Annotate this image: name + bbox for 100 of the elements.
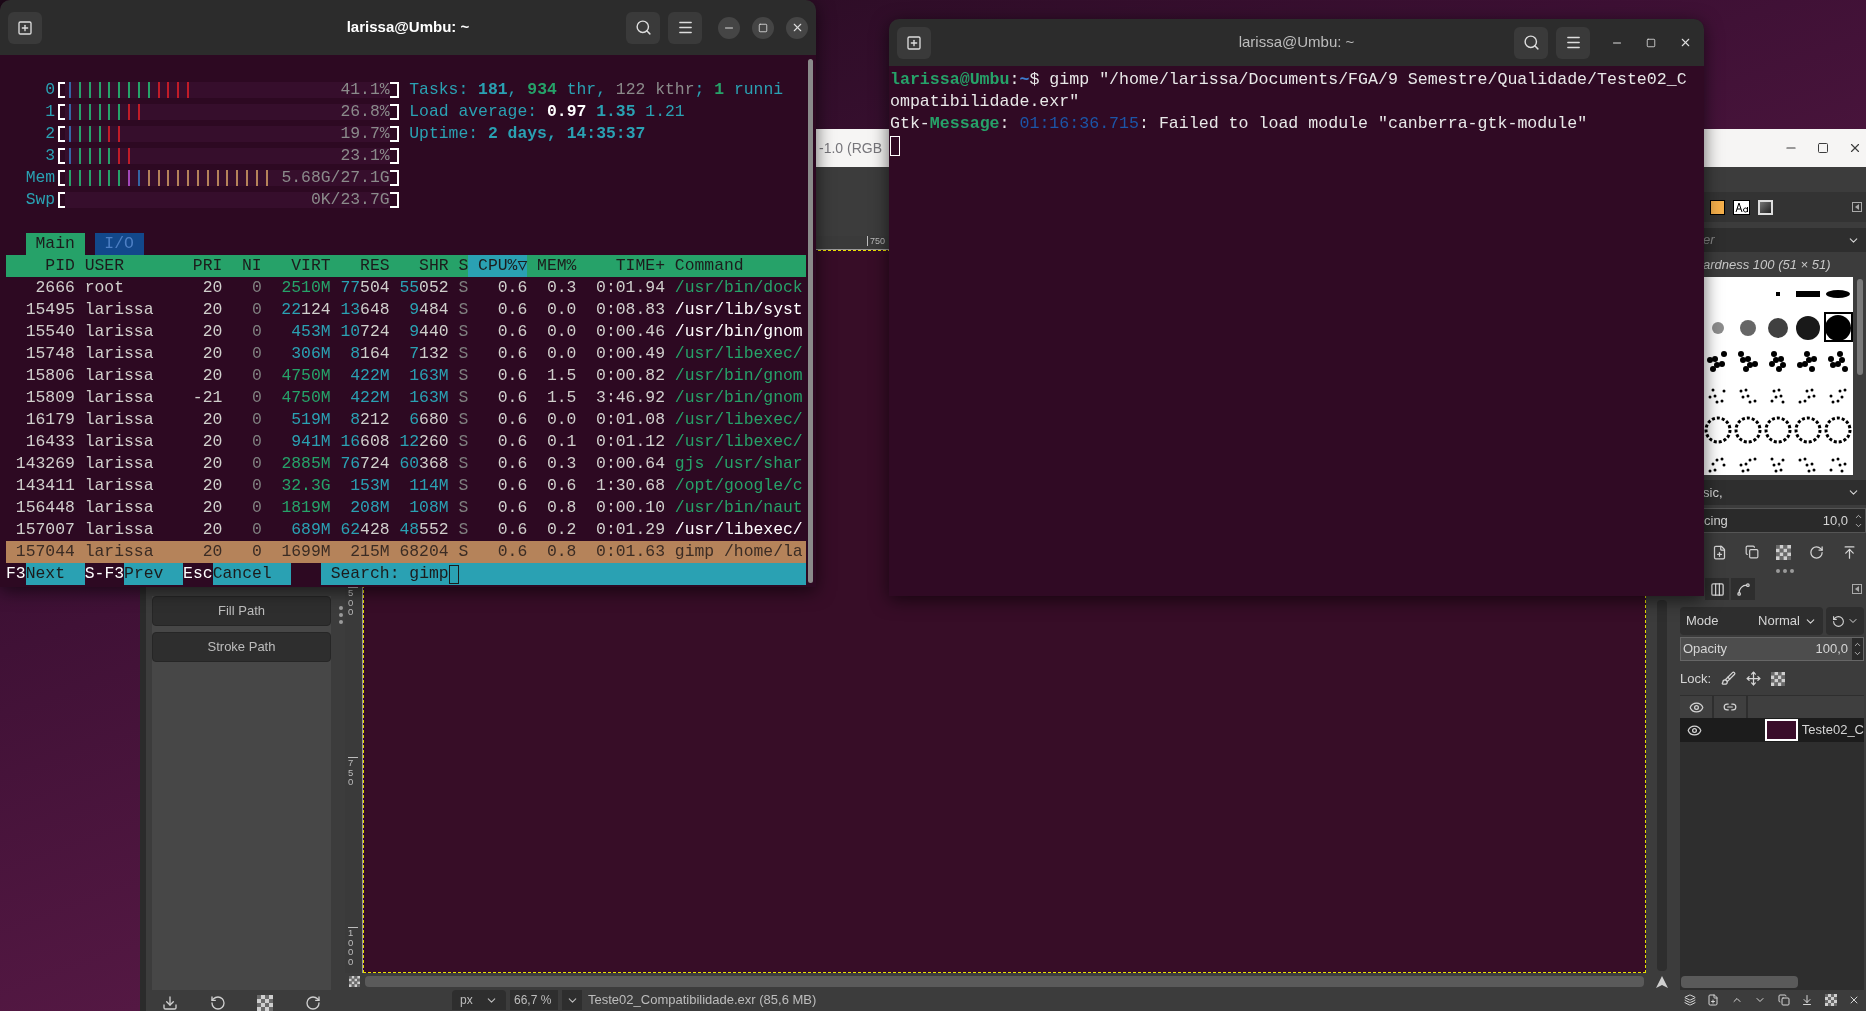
paths-tab[interactable] [1731,578,1755,600]
key-action[interactable]: Next [25,563,85,585]
process-row[interactable]: 143411 larissa 20 0 32.3G 153M 114M S 0.6 0.6 1:30.68 /opt/google/c [6,475,806,497]
table-cell-text: 20 [201,299,223,321]
search-bar[interactable]: Search: gimp [320,563,806,585]
tool-option-button[interactable]: Stroke Path [152,632,331,662]
opacity-slider[interactable]: Opacity 100,0 [1680,637,1864,661]
menu-button[interactable] [668,11,702,44]
tab-menu-icon[interactable] [1852,584,1862,594]
column-header[interactable]: Command [664,255,806,277]
process-row[interactable]: 15495 larissa 20 0 22124 13648 9484 S 0.6 0.0 0:08.83 /usr/lib/syst [6,299,806,321]
save-icon[interactable] [161,995,178,1011]
duplicate-icon[interactable] [1777,994,1790,1006]
process-row[interactable]: 15809 larissa -21 0 4750M 422M 163M S 0.6 1.5 3:46.92 /usr/bin/gnom [6,387,806,409]
mask-icon[interactable] [1824,994,1837,1006]
column-header[interactable]: VIRT [261,255,331,277]
close-icon[interactable] [1848,141,1862,155]
process-row[interactable]: 2666 root 20 0 2510M 77504 55052 S 0.6 0.3 0:01.94 /usr/bin/dock [6,277,806,299]
process-row[interactable]: 16179 larissa 20 0 519M 8212 6680 S 0.6 0.0 0:01.08 /usr/libexec/ [6,409,806,431]
column-header[interactable]: PID [6,255,75,277]
filter-dropdown[interactable]: er [1703,228,1866,252]
mode-dropdown[interactable]: Mode Normal [1680,607,1823,635]
column-header[interactable]: TIME+ [576,255,665,277]
spacing-field[interactable]: cing 10,0 [1703,508,1866,533]
brush-icon[interactable] [1721,671,1737,686]
spin-down-icon[interactable] [1853,649,1862,658]
table-cell-text: /usr/lib/syst [673,299,804,321]
duplicate-icon[interactable] [1744,545,1759,559]
new-file-icon[interactable] [1711,544,1727,560]
new-tab-button[interactable] [897,26,931,59]
scrollbar[interactable] [365,976,1644,987]
column-header[interactable]: PRI [183,255,223,277]
scrollbar[interactable] [1657,600,1667,971]
minimize-button[interactable] [718,16,740,39]
process-row[interactable]: 157044 larissa 20 0 1699M 215M 68204 S 0.6 0.8 0:01.63 gimp /home/la [6,541,806,563]
maximize-icon[interactable] [1817,142,1829,154]
refresh-icon[interactable] [1809,544,1825,560]
table-cell-text: 941M [290,431,331,453]
process-row[interactable]: 15748 larissa 20 0 306M 8164 7132 S 0.6 0.0 0:00.49 /usr/libexec/ [6,343,806,365]
visibility-header[interactable] [1680,696,1712,718]
maximize-button[interactable] [752,16,774,39]
tab-menu-icon[interactable] [1852,202,1862,212]
navigate-icon[interactable] [1656,975,1668,988]
scrollbar[interactable] [1681,976,1798,988]
process-row[interactable]: 15540 larissa 20 0 453M 10724 9440 S 0.6 0.0 0:00.46 /usr/bin/gnom [6,321,806,343]
zoom-field[interactable]: 66,7 % [510,990,558,1010]
font-icon[interactable] [1733,199,1750,215]
menu-button[interactable] [1556,26,1590,59]
channels-tab[interactable] [1705,578,1729,600]
process-row[interactable]: 157007 larissa 20 0 689M 62428 48552 S 0.6 0.2 0:01.29 /usr/libexec/ [6,519,806,541]
column-header[interactable]: CPU%▽ [468,255,528,277]
tab[interactable]: Main [25,233,85,255]
key-action[interactable]: Prev [124,563,184,585]
move-icon[interactable] [1746,671,1762,686]
key-action[interactable]: Cancel [212,563,292,585]
drag-handle-icon[interactable] [338,605,344,625]
table-cell-text: 20 [201,431,223,453]
quick-mask-icon[interactable] [348,976,360,987]
process-row[interactable]: 15806 larissa 20 0 4750M 422M 163M S 0.6 1.5 0:00.82 /usr/bin/gnom [6,365,806,387]
tool-option-button[interactable]: Fill Path [152,596,331,626]
close-button[interactable] [786,16,808,39]
layer-row[interactable]: Teste02_C [1680,718,1864,742]
search-button[interactable] [1514,26,1548,59]
scrollbar[interactable] [1856,279,1863,375]
new-tab-button[interactable] [8,11,42,44]
mode-reset-button[interactable] [1826,607,1864,635]
process-row[interactable]: 143269 larissa 20 0 2885M 76724 60368 S 0.6 0.3 0:00.64 gjs /usr/shar [6,453,806,475]
visibility-icon[interactable] [1687,722,1703,738]
column-header[interactable]: NI [222,255,262,277]
search-button[interactable] [626,11,660,44]
merge-down-icon[interactable] [1801,994,1814,1006]
new-layer-icon[interactable] [1707,994,1720,1006]
reset-icon[interactable] [305,995,322,1011]
column-header[interactable]: USER [74,255,184,277]
process-row[interactable]: 16433 larissa 20 0 941M 16608 12260 S 0.6 0.1 0:01.12 /usr/libexec/ [6,431,806,453]
column-header[interactable]: MEM% [527,255,577,277]
table-cell-text: /usr/bin/gnom [673,321,804,343]
zoom-dropdown[interactable] [562,990,582,1010]
layer-group-icon[interactable] [1683,994,1696,1006]
table-cell-text: 0.6 [496,541,528,563]
scrollbar[interactable] [808,59,813,583]
table-cell-text: 8212 [349,409,390,431]
spin-up-icon[interactable] [1853,640,1862,649]
spin-buttons[interactable] [1852,638,1863,660]
maximize-icon [758,22,768,33]
process-row[interactable]: 156448 larissa 20 0 1819M 208M 108M S 0.6 0.8 0:00.10 /usr/bin/naut [6,497,806,519]
unit-dropdown[interactable]: px [452,990,506,1010]
curve-icon [1735,581,1751,597]
link-header[interactable] [1714,696,1746,718]
gradient-icon[interactable] [1758,199,1773,215]
drag-handle-icon[interactable] [1774,568,1795,574]
column-header[interactable]: SHR [389,255,449,277]
pattern-icon[interactable] [1710,199,1725,215]
column-header[interactable]: RES [330,255,390,277]
tag-dropdown[interactable]: sic, [1703,480,1866,505]
column-header[interactable]: S [448,255,469,277]
brush-grid-drawing[interactable] [1703,277,1853,475]
restore-icon[interactable] [209,995,226,1011]
summary-label: thr, [565,79,607,101]
alpha-lock-icon[interactable] [1771,671,1786,686]
